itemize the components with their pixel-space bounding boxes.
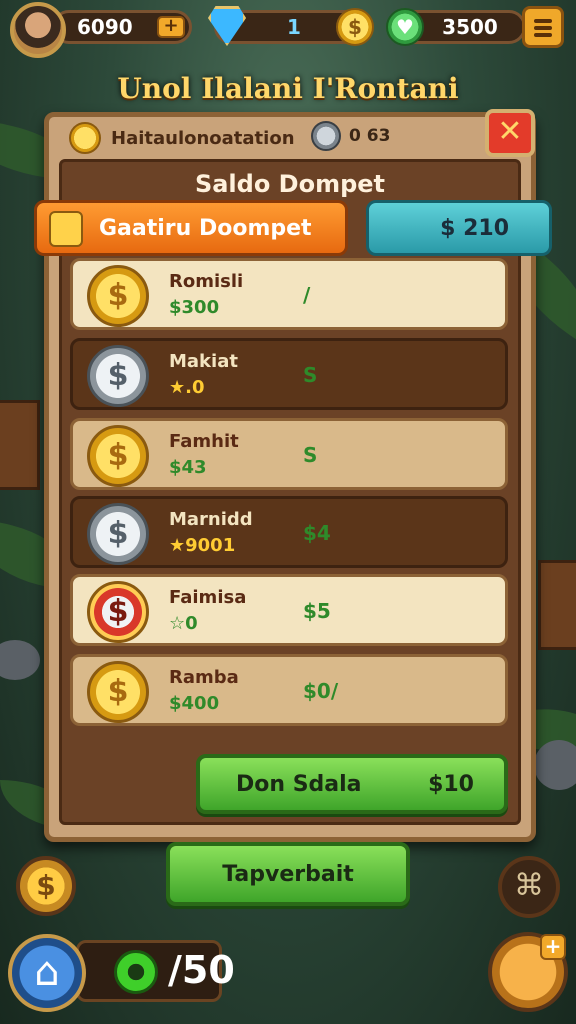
coins-value: 6090	[77, 15, 133, 39]
menu-button[interactable]	[522, 6, 564, 48]
gold-coin-icon: $	[87, 425, 149, 487]
cash-value: 3500	[442, 15, 498, 39]
menu-line	[534, 33, 552, 37]
hut	[0, 400, 40, 490]
game-title: Unol Ilalani I'Rontani	[117, 72, 459, 105]
send-button-value: $10	[428, 771, 474, 797]
coin-shop-button[interactable]: $	[16, 856, 76, 916]
menu-line	[534, 19, 552, 23]
gold-coin-icon: $	[87, 661, 149, 723]
plus-icon: +	[540, 934, 566, 960]
item-amount: $300	[169, 297, 220, 318]
energy-value: /50	[168, 948, 235, 992]
menu-line	[534, 26, 552, 30]
item-amount: $43	[169, 457, 207, 478]
hut	[538, 560, 576, 650]
transfer-button[interactable]: Tapverbait	[166, 842, 410, 906]
tab-balance-label: $ 210	[440, 215, 509, 241]
item-name: Famhit	[169, 431, 239, 452]
list-item[interactable]: $ Marnidd ★9001 $4	[70, 496, 508, 568]
coin-icon	[69, 122, 101, 154]
list-item[interactable]: $ Makiat ★.0 S	[70, 338, 508, 410]
mascot-coin-icon: $	[87, 581, 149, 643]
compass-icon	[311, 121, 341, 151]
rock	[0, 640, 40, 680]
silver-coin-icon: $	[87, 503, 149, 565]
item-value: S	[303, 443, 318, 467]
item-name: Ramba	[169, 667, 239, 688]
section-title: Saldo Dompet	[194, 170, 386, 198]
coin-icon[interactable]: $	[336, 8, 374, 46]
send-button-label: Don Sdala	[236, 771, 362, 797]
bag-icon	[49, 211, 83, 247]
gear-icon	[114, 950, 158, 994]
add-coins-button[interactable]: +	[157, 16, 185, 38]
tab-wallet[interactable]: Gaatiru Doompet	[34, 200, 348, 256]
panel-header-text: Haitaulonoatation	[111, 127, 295, 149]
item-value: $4	[303, 521, 331, 545]
silver-coin-icon: $	[87, 345, 149, 407]
send-button[interactable]: Don Sdala $10	[196, 754, 508, 814]
item-value: S	[303, 363, 318, 387]
tab-wallet-label: Gaatiru Doompet	[99, 215, 312, 241]
list-item[interactable]: $ Famhit $43 S	[70, 418, 508, 490]
tab-balance[interactable]: $ 210	[366, 200, 552, 256]
item-amount: ★.0	[169, 377, 205, 398]
rock	[534, 740, 576, 790]
item-name: Faimisa	[169, 587, 247, 608]
item-value: $0/	[303, 679, 339, 703]
top-bar: 6090 + 1 $ 3500 ♥	[0, 0, 576, 58]
item-amount: $400	[169, 693, 220, 714]
item-amount: ★9001	[169, 535, 236, 556]
transfer-button-label: Tapverbait	[222, 861, 354, 887]
panel-header-count: 0 63	[349, 126, 391, 146]
item-amount: ☆0	[169, 613, 198, 634]
list-item[interactable]: $ Ramba $400 $0/	[70, 654, 508, 726]
gold-coin-icon: $	[87, 265, 149, 327]
home-button[interactable]: ⌂	[8, 934, 86, 1012]
chest-button[interactable]: +	[488, 932, 568, 1012]
item-name: Romisli	[169, 271, 244, 292]
item-name: Marnidd	[169, 509, 253, 530]
item-value: $5	[303, 599, 331, 623]
list-item[interactable]: $ Faimisa ☆0 $5	[70, 574, 508, 646]
player-avatar[interactable]	[10, 2, 66, 58]
list-item[interactable]: $ Romisli $300 /	[70, 258, 508, 330]
heart-icon[interactable]: ♥	[386, 8, 424, 46]
item-name: Makiat	[169, 351, 238, 372]
coins-counter: 6090 +	[52, 10, 192, 44]
item-value: /	[303, 283, 311, 307]
settings-button[interactable]: ⌘	[498, 856, 560, 918]
gems-value: 1	[287, 15, 301, 39]
close-button[interactable]: ✕	[485, 109, 535, 157]
